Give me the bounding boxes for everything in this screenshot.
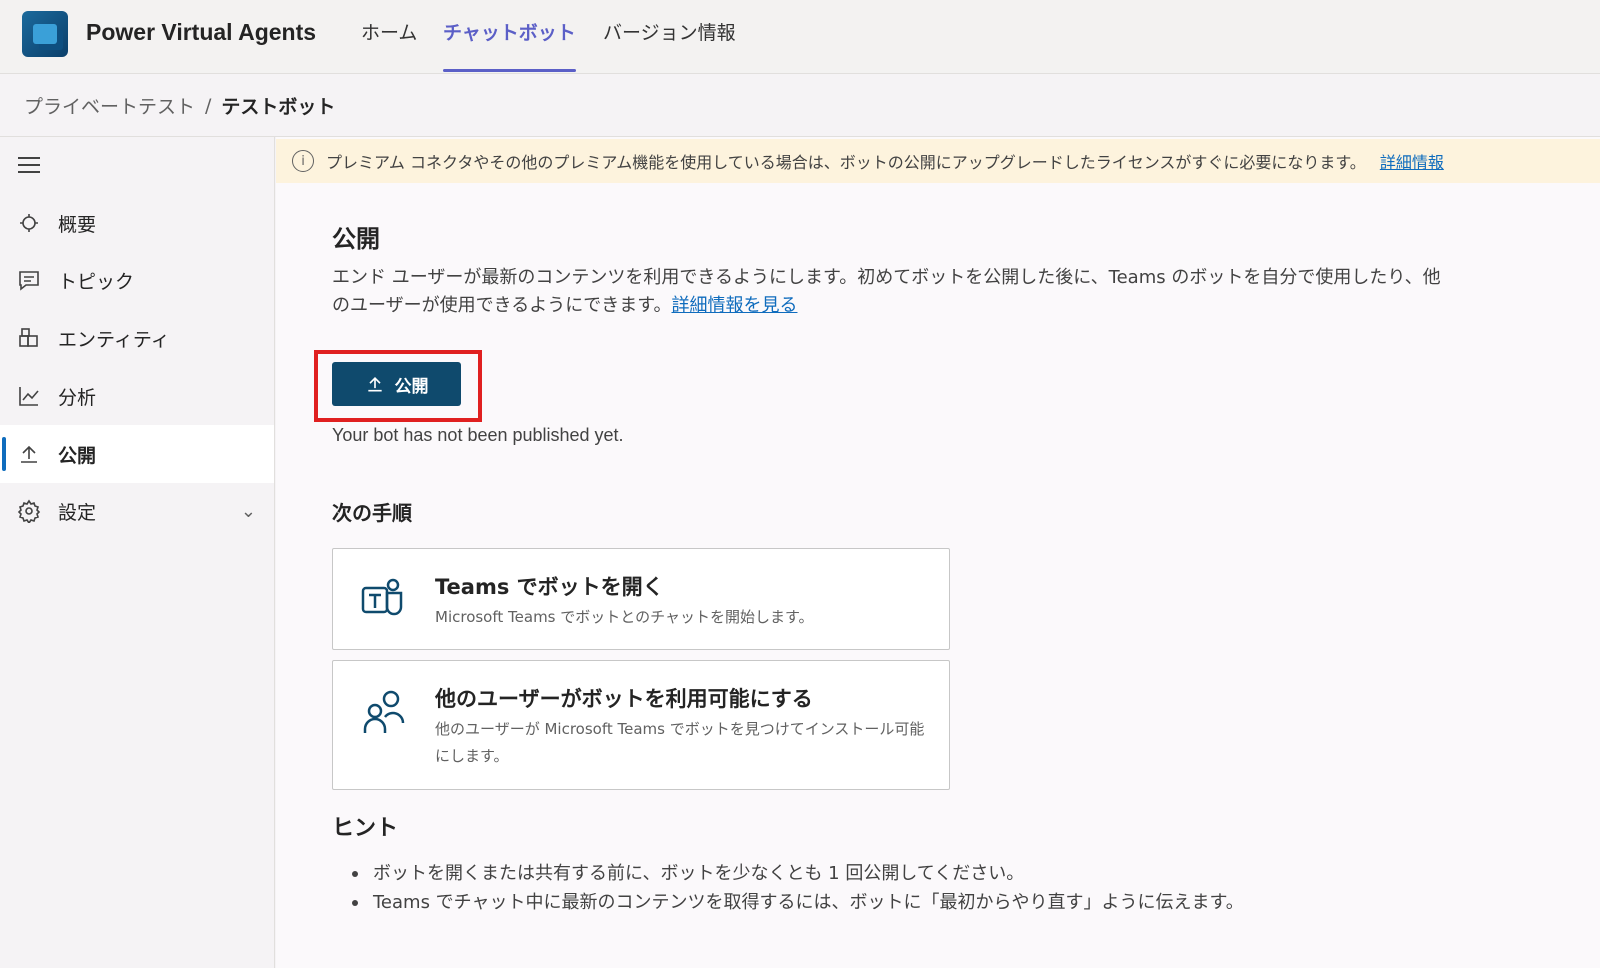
entity-icon (0, 326, 58, 350)
chevron-down-icon[interactable]: ⌄ (241, 501, 256, 522)
main-content: i プレミアム コネクタやその他のプレミアム機能を使用している場合は、ボットの公… (276, 137, 1600, 968)
publish-button-label: 公開 (394, 376, 429, 397)
description-text: エンド ユーザーが最新のコンテンツを利用できるようにします。初めてボットを公開し… (332, 267, 1441, 316)
hints-heading: ヒント (332, 816, 399, 841)
sidebar-item-label: 分析 (58, 386, 97, 409)
analytics-icon (0, 384, 58, 408)
top-header: Power Virtual Agents ホーム チャットボット バージョン情報 (0, 0, 1600, 74)
people-icon (363, 690, 405, 733)
list-item: ボットを開くまたは共有する前に、ボットを少なくとも 1 回公開してください。 (352, 859, 1244, 888)
description-learn-more-link[interactable]: 詳細情報を見る (671, 295, 797, 316)
sidebar-item-publish[interactable]: 公開 (0, 425, 274, 483)
sidebar-item-label: 設定 (58, 501, 97, 524)
app-logo-icon (22, 11, 68, 57)
breadcrumb-separator: / (205, 94, 212, 117)
info-icon: i (292, 150, 314, 172)
hints-list: ボットを開くまたは共有する前に、ボットを少なくとも 1 回公開してください。 T… (352, 859, 1244, 917)
banner-learn-more-link[interactable]: 詳細情報 (1380, 149, 1444, 173)
overview-icon (0, 211, 58, 235)
card-title: 他のユーザーがボットを利用可能にする (435, 687, 813, 711)
card-subtitle: Microsoft Teams でボットとのチャットを開始します。 (435, 608, 814, 626)
breadcrumb-current: テストボット (221, 96, 336, 118)
breadcrumb-parent[interactable]: プライベートテスト (24, 92, 195, 119)
sidebar-item-label: エンティティ (58, 328, 170, 351)
card-subtitle: 他のユーザーが Microsoft Teams でボットを見つけてインストール可… (435, 720, 925, 765)
make-available-card[interactable]: 他のユーザーがボットを利用可能にする 他のユーザーが Microsoft Tea… (332, 660, 950, 790)
publish-status: Your bot has not been published yet. (332, 425, 624, 445)
tab-chatbot[interactable]: チャットボット (443, 18, 576, 74)
app-title: Power Virtual Agents (86, 19, 317, 45)
sidebar-item-label: トピック (58, 270, 135, 293)
open-in-teams-card[interactable]: Teams でボットを開く Microsoft Teams でボットとのチャット… (332, 548, 950, 650)
next-steps-heading: 次の手順 (332, 501, 412, 525)
teams-icon (361, 578, 403, 616)
upload-icon (367, 376, 382, 392)
publish-description: エンド ユーザーが最新のコンテンツを利用できるようにします。初めてボットを公開し… (332, 264, 1442, 320)
sidebar-item-label: 概要 (58, 213, 97, 236)
sidebar: 概要 トピック エンティティ 分析 公開 設定 ⌄ (0, 137, 275, 968)
publish-icon (0, 442, 58, 466)
sidebar-item-entities[interactable]: エンティティ (0, 309, 274, 367)
sidebar-item-settings[interactable]: 設定 ⌄ (0, 482, 274, 540)
premium-license-banner: i プレミアム コネクタやその他のプレミアム機能を使用している場合は、ボットの公… (276, 139, 1600, 183)
breadcrumb: プライベートテスト / テストボット (24, 92, 335, 119)
page-title: 公開 (332, 225, 380, 253)
banner-text: プレミアム コネクタやその他のプレミアム機能を使用している場合は、ボットの公開に… (326, 153, 1366, 172)
hamburger-menu-icon[interactable] (18, 157, 40, 173)
sidebar-item-overview[interactable]: 概要 (0, 194, 274, 252)
list-item: Teams でチャット中に最新のコンテンツを取得するには、ボットに「最初からやり… (352, 888, 1244, 917)
publish-button[interactable]: 公開 (332, 362, 461, 406)
card-title: Teams でボットを開く (435, 575, 664, 599)
sidebar-item-analytics[interactable]: 分析 (0, 367, 274, 425)
tab-home[interactable]: ホーム (361, 18, 417, 74)
tab-version-info[interactable]: バージョン情報 (603, 18, 736, 74)
sidebar-item-topics[interactable]: トピック (0, 251, 274, 309)
gear-icon (0, 499, 58, 523)
topic-icon (0, 268, 58, 292)
sidebar-item-label: 公開 (58, 444, 97, 467)
